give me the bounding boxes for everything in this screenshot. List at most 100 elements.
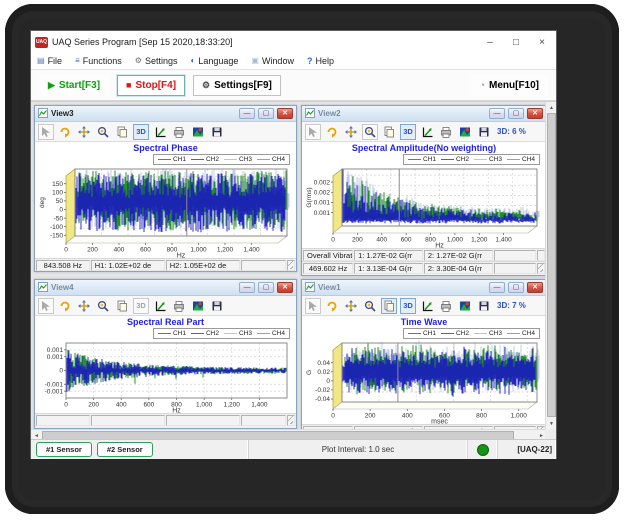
view-title-bar[interactable]: View1—▢✕	[302, 280, 546, 296]
pan-icon[interactable]	[76, 298, 92, 314]
scroll-up-icon[interactable]: ▲	[546, 102, 556, 113]
chart-plot-spectrum[interactable]: 02004006008001,0001,2001,400Hz0.0020.002…	[305, 166, 543, 248]
chart-legend: CH1CH2CH3CH4	[403, 328, 540, 339]
vertical-scrollbar[interactable]: ▲ ▼	[545, 102, 556, 429]
menu-item-settings[interactable]: ⚙Settings	[135, 56, 178, 66]
zoom-icon[interactable]	[362, 298, 378, 314]
3d-toggle-button[interactable]: 3D	[133, 124, 149, 140]
chart-plot-time[interactable]: 02004006008001,000msec0.040.020-0.02-0.0…	[305, 340, 543, 424]
resize-grip[interactable]	[287, 261, 293, 269]
axes-icon[interactable]	[152, 124, 168, 140]
select-arrow-icon[interactable]	[305, 124, 321, 140]
status-cell: Overall Vibration	[303, 250, 353, 261]
settings-button[interactable]: ⚙ Settings[F9]	[193, 75, 281, 96]
refresh-icon[interactable]	[324, 124, 340, 140]
resize-grip[interactable]	[537, 264, 543, 272]
axes-icon[interactable]	[152, 298, 168, 314]
chart-title: Spectral Amplitude(No weighting)	[302, 142, 546, 154]
copy-page-icon[interactable]	[114, 124, 130, 140]
view-title-bar[interactable]: View3—▢✕	[35, 106, 296, 122]
select-arrow-icon[interactable]	[305, 298, 321, 314]
view-close-button[interactable]: ✕	[277, 282, 293, 293]
refresh-icon[interactable]	[57, 124, 73, 140]
maximize-button[interactable]: □	[506, 34, 526, 50]
select-arrow-icon[interactable]	[38, 124, 54, 140]
legend-item-ch1: CH1	[158, 156, 186, 163]
resize-grip[interactable]	[287, 416, 293, 424]
view-maximize-button[interactable]: ▢	[258, 108, 274, 119]
pan-icon[interactable]	[343, 124, 359, 140]
3d-toggle-button[interactable]: 3D	[400, 298, 416, 314]
menu-item-window[interactable]: ▣Window	[251, 56, 294, 66]
svg-text:0: 0	[331, 413, 335, 420]
print-icon[interactable]	[438, 124, 454, 140]
chart-plot-phase[interactable]: 02004006008001,0001,2001,400Hz150100500-…	[38, 166, 293, 258]
copy-page-icon[interactable]	[114, 298, 130, 314]
pan-icon[interactable]	[76, 124, 92, 140]
svg-text:-100: -100	[50, 224, 63, 231]
legend-item-ch1: CH1	[158, 330, 186, 337]
zoom-icon[interactable]	[95, 124, 111, 140]
save-icon[interactable]	[476, 298, 492, 314]
view-title-bar[interactable]: View4—▢✕	[35, 280, 296, 296]
svg-text:200: 200	[88, 402, 99, 409]
view-maximize-button[interactable]: ▢	[258, 282, 274, 293]
sensor1-button[interactable]: #1 Sensor	[36, 442, 92, 457]
legend-item-ch3: CH3	[224, 156, 252, 163]
vertical-scroll-thumb[interactable]	[547, 113, 556, 417]
view-close-button[interactable]: ✕	[277, 108, 293, 119]
3d-toggle-button[interactable]: 3D	[400, 124, 416, 140]
view-close-button[interactable]: ✕	[527, 108, 543, 119]
axes-icon[interactable]	[419, 298, 435, 314]
stop-button[interactable]: ■ Stop[F4]	[117, 75, 185, 96]
copy-page-icon[interactable]	[381, 298, 397, 314]
colormap-icon[interactable]	[457, 298, 473, 314]
minimize-button[interactable]: –	[480, 34, 500, 50]
menu-item-functions[interactable]: ≡Functions	[75, 56, 122, 66]
select-arrow-icon[interactable]	[38, 298, 54, 314]
view-minimize-button[interactable]: —	[489, 108, 505, 119]
legend-swatch	[441, 159, 454, 160]
axes-icon[interactable]	[419, 124, 435, 140]
horizontal-scrollbar[interactable]: ◄ ►	[31, 429, 547, 439]
sensor2-button[interactable]: #2 Sensor	[97, 442, 153, 457]
zoom-icon[interactable]	[95, 298, 111, 314]
print-icon[interactable]	[438, 298, 454, 314]
view-minimize-button[interactable]: —	[239, 282, 255, 293]
start-button[interactable]: ▶ Start[F3]	[39, 75, 109, 96]
view-maximize-button[interactable]: ▢	[508, 282, 524, 293]
save-icon[interactable]	[476, 124, 492, 140]
menu-f10-button[interactable]: ◔ Menu[F10]	[471, 75, 548, 96]
chart-plot-real[interactable]: 02004006008001,0001,2001,400Hz0.0010.001…	[38, 340, 293, 413]
colormap-icon[interactable]	[457, 124, 473, 140]
view-title-bar[interactable]: View2—▢✕	[302, 106, 546, 122]
view-close-button[interactable]: ✕	[527, 282, 543, 293]
pan-icon[interactable]	[343, 298, 359, 314]
refresh-icon[interactable]	[324, 298, 340, 314]
print-icon[interactable]	[171, 124, 187, 140]
refresh-icon[interactable]	[57, 298, 73, 314]
scroll-left-icon[interactable]: ◄	[31, 430, 42, 439]
copy-page-icon[interactable]	[381, 124, 397, 140]
zoom-icon[interactable]	[362, 124, 378, 140]
menu-item-file[interactable]: ▤File	[37, 56, 62, 66]
3d-toggle-button[interactable]: 3D	[133, 298, 149, 314]
save-icon[interactable]	[209, 298, 225, 314]
view-maximize-button[interactable]: ▢	[508, 108, 524, 119]
svg-text:0.02: 0.02	[317, 369, 330, 376]
save-icon[interactable]	[209, 124, 225, 140]
view-minimize-button[interactable]: —	[239, 108, 255, 119]
menu-item-language[interactable]: ◐Language	[190, 56, 238, 66]
scroll-down-icon[interactable]: ▼	[546, 418, 556, 429]
svg-text:0.001: 0.001	[47, 354, 64, 361]
window-title: UAQ Series Program [Sep 15 2020,18:33:20…	[52, 37, 474, 47]
colormap-icon[interactable]	[190, 124, 206, 140]
close-button[interactable]: ×	[532, 34, 552, 50]
chart-window-icon	[305, 105, 315, 123]
legend-swatch	[441, 333, 454, 334]
colormap-icon[interactable]	[190, 298, 206, 314]
menu-item-help[interactable]: ?Help	[307, 56, 334, 66]
horizontal-scroll-thumb[interactable]	[42, 431, 514, 439]
print-icon[interactable]	[171, 298, 187, 314]
view-minimize-button[interactable]: —	[489, 282, 505, 293]
